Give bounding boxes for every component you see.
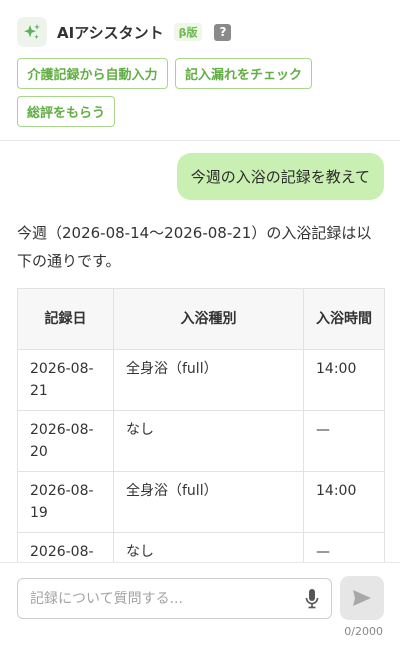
message-input-box[interactable]	[17, 578, 332, 619]
microphone-icon[interactable]	[304, 588, 320, 610]
cell-bath-time: 14:00	[303, 349, 385, 411]
cell-date: 2026-08-21	[17, 349, 114, 411]
assistant-message: 今週（2026-08-14〜2026-08-21）の入浴記録は以下の通りです。	[17, 224, 372, 270]
user-message-bubble: 今週の入浴の記録を教えて	[176, 153, 384, 200]
table-row: 2026-08-19 全身浴（full） 14:00	[17, 471, 385, 533]
cell-bath-type: 全身浴（full）	[113, 349, 304, 411]
cell-date: 2026-08-19	[17, 471, 114, 533]
beta-badge: β版	[173, 23, 203, 41]
send-button[interactable]	[340, 576, 384, 620]
sparkle-icon	[17, 17, 47, 47]
autofill-from-records-button[interactable]: 介護記録から自動入力	[17, 58, 168, 89]
cell-bath-time: 14:00	[303, 471, 385, 533]
help-icon[interactable]: ?	[214, 23, 232, 41]
cell-date: 2026-08-20	[17, 410, 114, 472]
character-counter: 0/2000	[344, 625, 383, 638]
message-composer: 0/2000	[0, 562, 400, 656]
column-header-bath-time: 入浴時間	[303, 288, 385, 350]
app-title: AIアシスタント	[57, 23, 164, 42]
cell-bath-time: —	[303, 410, 385, 472]
column-header-date: 記録日	[17, 288, 114, 350]
check-missing-entries-button[interactable]: 記入漏れをチェック	[175, 58, 312, 89]
chat-area[interactable]: 今週の入浴の記録を教えて 今週（2026-08-14〜2026-08-21）の入…	[0, 142, 400, 562]
cell-bath-type: なし	[113, 532, 304, 562]
cell-bath-type: なし	[113, 410, 304, 472]
bathing-records-table: 記録日 入浴種別 入浴時間 2026-08-21 全身浴（full） 14:00…	[17, 288, 385, 562]
cell-bath-type: 全身浴（full）	[113, 471, 304, 533]
table-header-row: 記録日 入浴種別 入浴時間	[17, 288, 385, 350]
cell-date: 2026-08-18	[17, 532, 114, 562]
table-row: 2026-08-18 なし —	[17, 532, 385, 562]
assistant-header: AIアシスタント β版 ? 介護記録から自動入力 記入漏れをチェック 総評をもら…	[0, 0, 400, 141]
cell-bath-time: —	[303, 532, 385, 562]
table-row: 2026-08-21 全身浴（full） 14:00	[17, 349, 385, 411]
send-icon	[352, 589, 372, 607]
title-row: AIアシスタント β版 ?	[17, 17, 232, 47]
message-input[interactable]	[30, 579, 295, 618]
get-review-button[interactable]: 総評をもらう	[17, 96, 115, 127]
table-row: 2026-08-20 なし —	[17, 410, 385, 472]
column-header-bath-type: 入浴種別	[113, 288, 304, 350]
